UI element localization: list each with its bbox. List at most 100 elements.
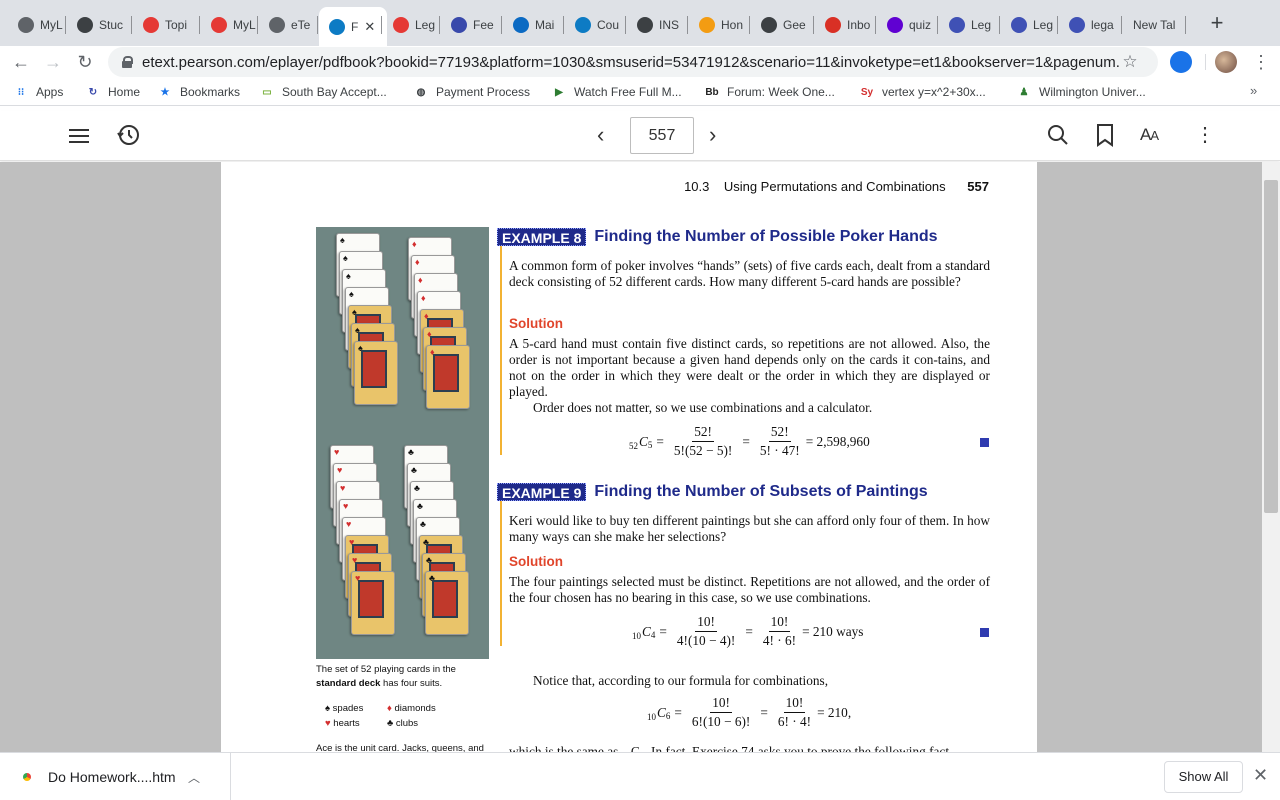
- bookmark-label: Forum: Week One...: [727, 85, 835, 99]
- browser-tab[interactable]: Mai: [503, 8, 563, 42]
- search-icon[interactable]: [1046, 123, 1070, 149]
- spinner-icon: [211, 17, 227, 33]
- globe-icon: [77, 17, 93, 33]
- document-icon: [18, 17, 34, 33]
- download-item[interactable]: Do Homework....htm ︿: [0, 753, 231, 800]
- eq-result: = 2,598,960: [805, 433, 870, 449]
- playing-card: ♣: [425, 571, 469, 635]
- browser-tab[interactable]: Hon: [689, 8, 749, 42]
- previous-page-icon[interactable]: ‹: [597, 123, 604, 147]
- close-icon[interactable]: ✕: [1253, 765, 1268, 786]
- bookmark-item[interactable]: ♟ Wilmington Univer...: [1017, 83, 1146, 101]
- browser-tab[interactable]: eTe: [259, 8, 317, 42]
- lock-icon: [122, 56, 133, 68]
- browser-tab[interactable]: INS: [627, 8, 687, 42]
- browser-tab[interactable]: Stuc: [67, 8, 131, 42]
- end-of-example-mark: [980, 438, 989, 447]
- card-suit-icon: ♥: [334, 447, 340, 457]
- ring-icon: [699, 17, 715, 33]
- browser-tab[interactable]: Cou: [565, 8, 625, 42]
- bookmarks-overflow-icon[interactable]: »: [1250, 83, 1257, 98]
- card-suit-icon: ♠: [355, 325, 360, 335]
- bookmark-star-icon[interactable]: ☆: [1120, 52, 1140, 72]
- book-page: 10.3 Using Permutations and Combinations…: [221, 162, 1037, 752]
- bookmark-label: Home: [108, 85, 141, 99]
- address-url[interactable]: etext.pearson.com/eplayer/pdfbook?bookid…: [142, 54, 1120, 71]
- example-title: Finding the Number of Possible Poker Han…: [594, 228, 938, 245]
- bookmark-item[interactable]: ◍ Payment Process: [414, 83, 530, 101]
- fraction: 10! 6!(10 − 6)!: [690, 695, 752, 730]
- tab-label: Leg: [415, 18, 436, 32]
- eq-c: C: [642, 623, 651, 639]
- card-suit-icon: ♠: [349, 289, 354, 299]
- bookmarks-bar: ♟ Wilmington Univer... Sy vertex y=x^2+30x.…: [0, 78, 1280, 106]
- text-size-icon[interactable]: AA: [1140, 125, 1159, 151]
- menu-icon[interactable]: [69, 125, 89, 151]
- browser-tab[interactable]: Topi: [133, 8, 199, 42]
- section-title: Using Permutations and Combinations: [723, 179, 946, 194]
- browser-tab[interactable]: Fee: [441, 8, 501, 42]
- browser-tab[interactable]: lega: [1059, 8, 1121, 42]
- reload-icon[interactable]: ↻: [72, 49, 98, 75]
- browser-menu-icon[interactable]: ⋮: [1252, 51, 1270, 73]
- back-icon[interactable]: ←: [8, 49, 34, 75]
- caption-bold: standard deck: [316, 678, 381, 689]
- browser-tab[interactable]: Gee: [751, 8, 813, 42]
- tab-label: New Tal: [1133, 18, 1176, 32]
- browser-tab[interactable]: New Tal: [1123, 8, 1185, 42]
- bookmark-item[interactable]: ▶ Watch Free Full M...: [552, 83, 682, 101]
- frac-num: 10!: [783, 695, 806, 713]
- bookmark-item[interactable]: ▭ South Bay Accept...: [260, 83, 387, 101]
- bookmark-item[interactable]: ★ Bookmarks: [158, 83, 241, 101]
- bookmark-item[interactable]: ↻ Home: [86, 83, 140, 101]
- extension-icon[interactable]: [1170, 51, 1192, 73]
- flame-icon: ♟: [1019, 86, 1029, 98]
- tab-label: Gee: [783, 18, 806, 32]
- download-shelf: Do Homework....htm ︿ Show All ✕: [0, 752, 1280, 800]
- frac-num: 10!: [768, 614, 791, 632]
- pearson-icon: [329, 18, 345, 35]
- pdf-viewer[interactable]: 10.3 Using Permutations and Combinations…: [0, 162, 1262, 752]
- solution-label: Solution: [509, 316, 563, 331]
- profile-avatar[interactable]: [1215, 51, 1237, 73]
- browser-tab[interactable]: Leg: [939, 8, 999, 42]
- close-tab-icon[interactable]: ✕: [364, 19, 375, 35]
- address-bar[interactable]: etext.pearson.com/eplayer/pdfbook?bookid…: [108, 47, 1158, 77]
- example-tag: EXAMPLE 8: [497, 228, 587, 246]
- card-suit-icon: ♦: [418, 275, 423, 285]
- chart-icon: ▭: [262, 86, 272, 98]
- tab-label: Leg: [971, 18, 992, 32]
- browser-tab[interactable]: MyL: [8, 8, 65, 42]
- more-options-icon[interactable]: ⋮: [1195, 123, 1215, 149]
- card-suit-icon: ♥: [343, 501, 349, 511]
- fraction: 52! 5! · 47!: [758, 424, 802, 459]
- browser-tab[interactable]: Leg: [1001, 8, 1057, 42]
- chevron-up-icon[interactable]: ︿: [188, 769, 200, 786]
- show-all-button[interactable]: Show All: [1164, 761, 1243, 793]
- bookmark-item[interactable]: Sy vertex y=x^2+30x...: [860, 83, 986, 101]
- example-8-solution: A 5-card hand must contain five distinct…: [509, 336, 990, 399]
- bookmark-item[interactable]: Bb Forum: Week One...: [705, 83, 835, 101]
- bookmark-label: South Bay Accept...: [282, 85, 387, 99]
- bookmark-label: Watch Free Full M...: [574, 85, 682, 99]
- browser-tab[interactable]: Inbo: [815, 8, 875, 42]
- scrollbar-thumb[interactable]: [1264, 180, 1278, 513]
- bookmark-icon[interactable]: [1095, 123, 1115, 149]
- page-number-input[interactable]: 557: [630, 117, 694, 154]
- forward-icon[interactable]: →: [40, 49, 66, 75]
- browser-tab[interactable]: MyL: [201, 8, 257, 42]
- browser-tab[interactable]: F ✕: [319, 7, 387, 46]
- next-page-icon[interactable]: ›: [709, 123, 716, 147]
- browser-tab[interactable]: quiz: [877, 8, 937, 42]
- browser-tab[interactable]: Leg: [383, 8, 439, 42]
- fraction: 10! 4!(10 − 4)!: [675, 614, 737, 649]
- bookmark-item[interactable]: ⁝⁝ Apps: [14, 83, 64, 101]
- new-tab-icon[interactable]: +: [1205, 12, 1229, 36]
- eq-pre: 52: [629, 440, 638, 451]
- suit-hearts: ♥ hearts: [325, 718, 360, 729]
- viewer-scrollbar[interactable]: [1262, 162, 1280, 752]
- tab-label: Topi: [165, 18, 188, 32]
- play-icon: ▶: [555, 86, 563, 98]
- history-icon[interactable]: [116, 123, 140, 149]
- caption-line: standard deck has four suits.: [316, 677, 496, 691]
